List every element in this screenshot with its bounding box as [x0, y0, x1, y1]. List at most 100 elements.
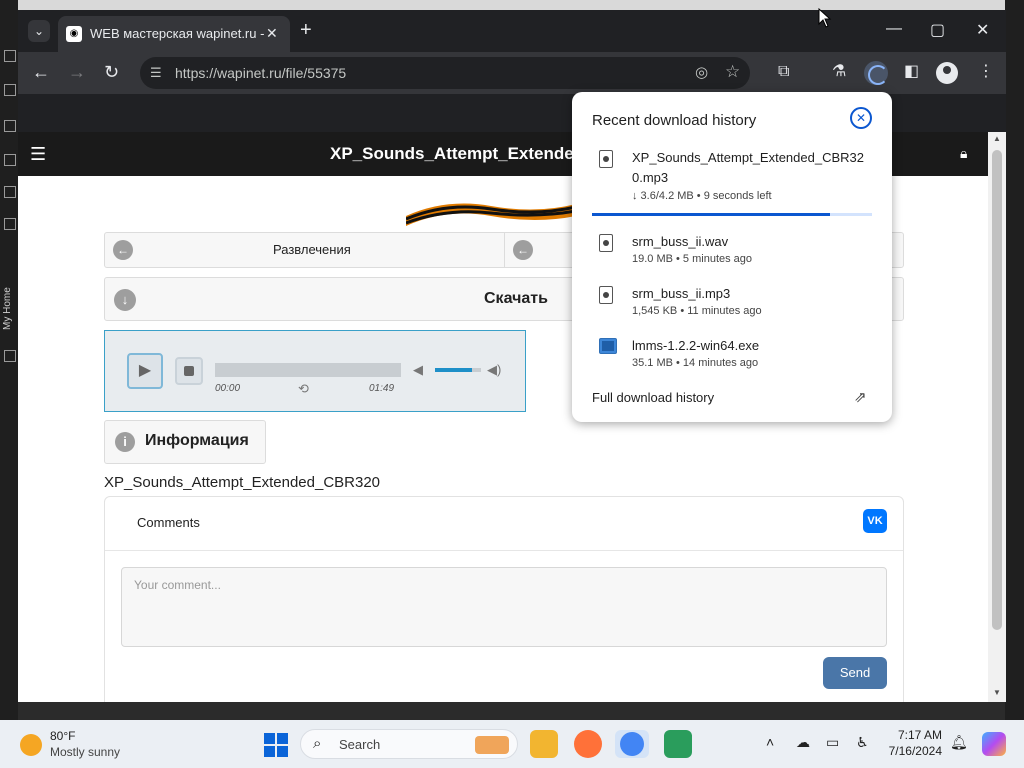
lock-icon[interactable]: 🔒︎: [960, 145, 967, 162]
volume-max-icon[interactable]: ◀): [487, 362, 501, 378]
download-label: Скачать: [484, 290, 548, 307]
download-meta: ↓ 3.6/4.2 MB • 9 seconds left: [632, 190, 772, 202]
scroll-down-icon[interactable]: ▼: [993, 688, 1001, 697]
volume-slider[interactable]: [435, 368, 481, 372]
download-filename: srm_buss_ii.mp3: [632, 286, 731, 301]
site-info-icon[interactable]: ☰: [150, 65, 162, 81]
seek-bar[interactable]: [215, 363, 401, 377]
taskbar: 80°F Mostly sunny ⌕ Search ˄ ☁ ▭ ♿︎ 7:17…: [0, 720, 1024, 768]
download-meta: 35.1 MB • 14 minutes ago: [632, 357, 759, 369]
info-icon: i: [115, 432, 135, 452]
page-title: XP_Sounds_Attempt_Extended_: [330, 144, 594, 163]
profile-avatar-icon[interactable]: [936, 62, 958, 84]
comments-header: Comments: [137, 515, 200, 530]
forward-button[interactable]: →: [68, 63, 86, 81]
taskbar-search[interactable]: ⌕ Search: [300, 729, 518, 759]
downloads-progress-icon[interactable]: [864, 61, 888, 85]
side-panel-icon[interactable]: ◧: [904, 63, 919, 81]
downloads-bubble: Recent download history ✕ XP_Sounds_Atte…: [572, 92, 892, 422]
app-icon: [4, 186, 16, 198]
labs-flask-icon[interactable]: ⚗: [832, 63, 846, 81]
clock-date[interactable]: 7/16/2024: [876, 744, 942, 758]
app-icon: [4, 218, 16, 230]
app-icon: [4, 84, 16, 96]
lmms-icon[interactable]: [664, 730, 692, 758]
search-icon: ⌕: [313, 735, 322, 752]
download-filename: srm_buss_ii.wav: [632, 234, 729, 249]
monitor-icon: [4, 350, 16, 362]
play-button[interactable]: ▶: [127, 353, 163, 389]
nav-label: Развлечения: [273, 242, 351, 257]
open-external-icon[interactable]: ⇗: [854, 388, 867, 406]
maximize-button[interactable]: ▢: [930, 20, 945, 40]
display-icon[interactable]: ▭: [826, 734, 839, 751]
weather-condition[interactable]: Mostly sunny: [50, 745, 120, 759]
audio-file-icon: [599, 286, 613, 304]
comment-placeholder: Your comment...: [134, 578, 221, 592]
stop-button[interactable]: [175, 357, 203, 385]
windows-start-icon[interactable]: [264, 733, 288, 757]
info-section-header[interactable]: i Информация: [104, 420, 266, 464]
volume-mute-icon[interactable]: ◀: [413, 362, 423, 378]
download-filename: lmms-1.2.2-win64.exe: [632, 338, 760, 353]
active-tab[interactable]: ◉ WEB мастерская wapinet.ru - ✕: [58, 16, 290, 52]
tab-search-button[interactable]: ⌄: [28, 20, 50, 42]
extensions-icon[interactable]: ⧉: [778, 63, 789, 81]
audio-file-icon: [599, 150, 613, 168]
scroll-up-icon[interactable]: ▲: [993, 134, 1001, 143]
download-meta: 19.0 MB • 5 minutes ago: [632, 253, 753, 265]
copilot-icon[interactable]: [982, 732, 1006, 756]
volume-level: [435, 368, 472, 372]
download-progress-bar: [592, 213, 872, 216]
address-bar[interactable]: ☰ https://wapinet.ru/file/55375 ◎ ☆: [140, 57, 750, 89]
bookmark-star-icon[interactable]: ☆: [725, 62, 740, 82]
download-progress-fill: [592, 213, 830, 216]
new-tab-button[interactable]: +: [300, 20, 312, 40]
tab-close-icon[interactable]: ✕: [266, 25, 278, 42]
app-icon: [4, 154, 16, 166]
reload-button[interactable]: ↻: [104, 63, 119, 81]
arrow-left-icon: ←: [113, 240, 133, 260]
background-window-titlebar: [0, 0, 1024, 10]
clock-time[interactable]: 7:17 AM: [888, 728, 942, 742]
repeat-icon[interactable]: ⟲: [298, 381, 309, 397]
audio-player: ▶ 00:00 ⟲ 01:49 ◀ ◀): [104, 330, 526, 412]
audio-file-icon: [599, 234, 613, 252]
nav-back-entertainment[interactable]: ← Развлечения: [105, 233, 505, 267]
search-highlight-icon: [475, 736, 509, 754]
downloads-title: Recent download history: [592, 112, 757, 129]
full-download-history-link[interactable]: Full download history: [592, 390, 714, 405]
chrome-icon: [620, 732, 644, 756]
comment-input[interactable]: Your comment...: [121, 567, 887, 647]
info-label: Информация: [145, 432, 249, 449]
send-button[interactable]: Send: [823, 657, 887, 689]
arrow-left-icon: ←: [513, 240, 533, 260]
mouse-cursor-icon: [818, 8, 832, 28]
minimize-button[interactable]: —: [886, 20, 902, 38]
duration: 01:49: [369, 383, 395, 394]
weather-temperature[interactable]: 80°F: [50, 729, 75, 743]
sidebar-label: My Home: [2, 287, 13, 330]
st-george-ribbon-logo: [406, 203, 576, 226]
close-window-button[interactable]: ✕: [976, 20, 989, 40]
background-window-edge: [1005, 0, 1024, 720]
network-off-icon[interactable]: ☁: [796, 734, 810, 751]
accessibility-icon[interactable]: ♿︎: [856, 734, 869, 751]
current-time: 00:00: [215, 383, 241, 394]
tray-chevron-up-icon[interactable]: ˄: [766, 734, 774, 750]
background-app-sidebar: My Home: [0, 0, 18, 720]
weather-sun-icon[interactable]: [20, 734, 42, 756]
divider: [105, 550, 903, 551]
page-scrollbar[interactable]: ▲ ▼: [988, 132, 1006, 702]
search-label: Search: [339, 737, 381, 752]
scroll-thumb[interactable]: [992, 150, 1002, 630]
vk-logo-icon[interactable]: VK: [863, 509, 887, 533]
hamburger-menu-icon[interactable]: ☰: [30, 144, 46, 165]
eye-off-icon[interactable]: ◎: [695, 63, 708, 81]
firefox-icon[interactable]: [574, 730, 602, 758]
back-button[interactable]: ←: [32, 63, 50, 81]
notification-bell-icon[interactable]: 🔔︎: [950, 734, 968, 751]
close-icon[interactable]: ✕: [850, 107, 872, 129]
file-explorer-icon[interactable]: [530, 730, 558, 758]
menu-kebab-icon[interactable]: ⋮: [978, 63, 994, 81]
